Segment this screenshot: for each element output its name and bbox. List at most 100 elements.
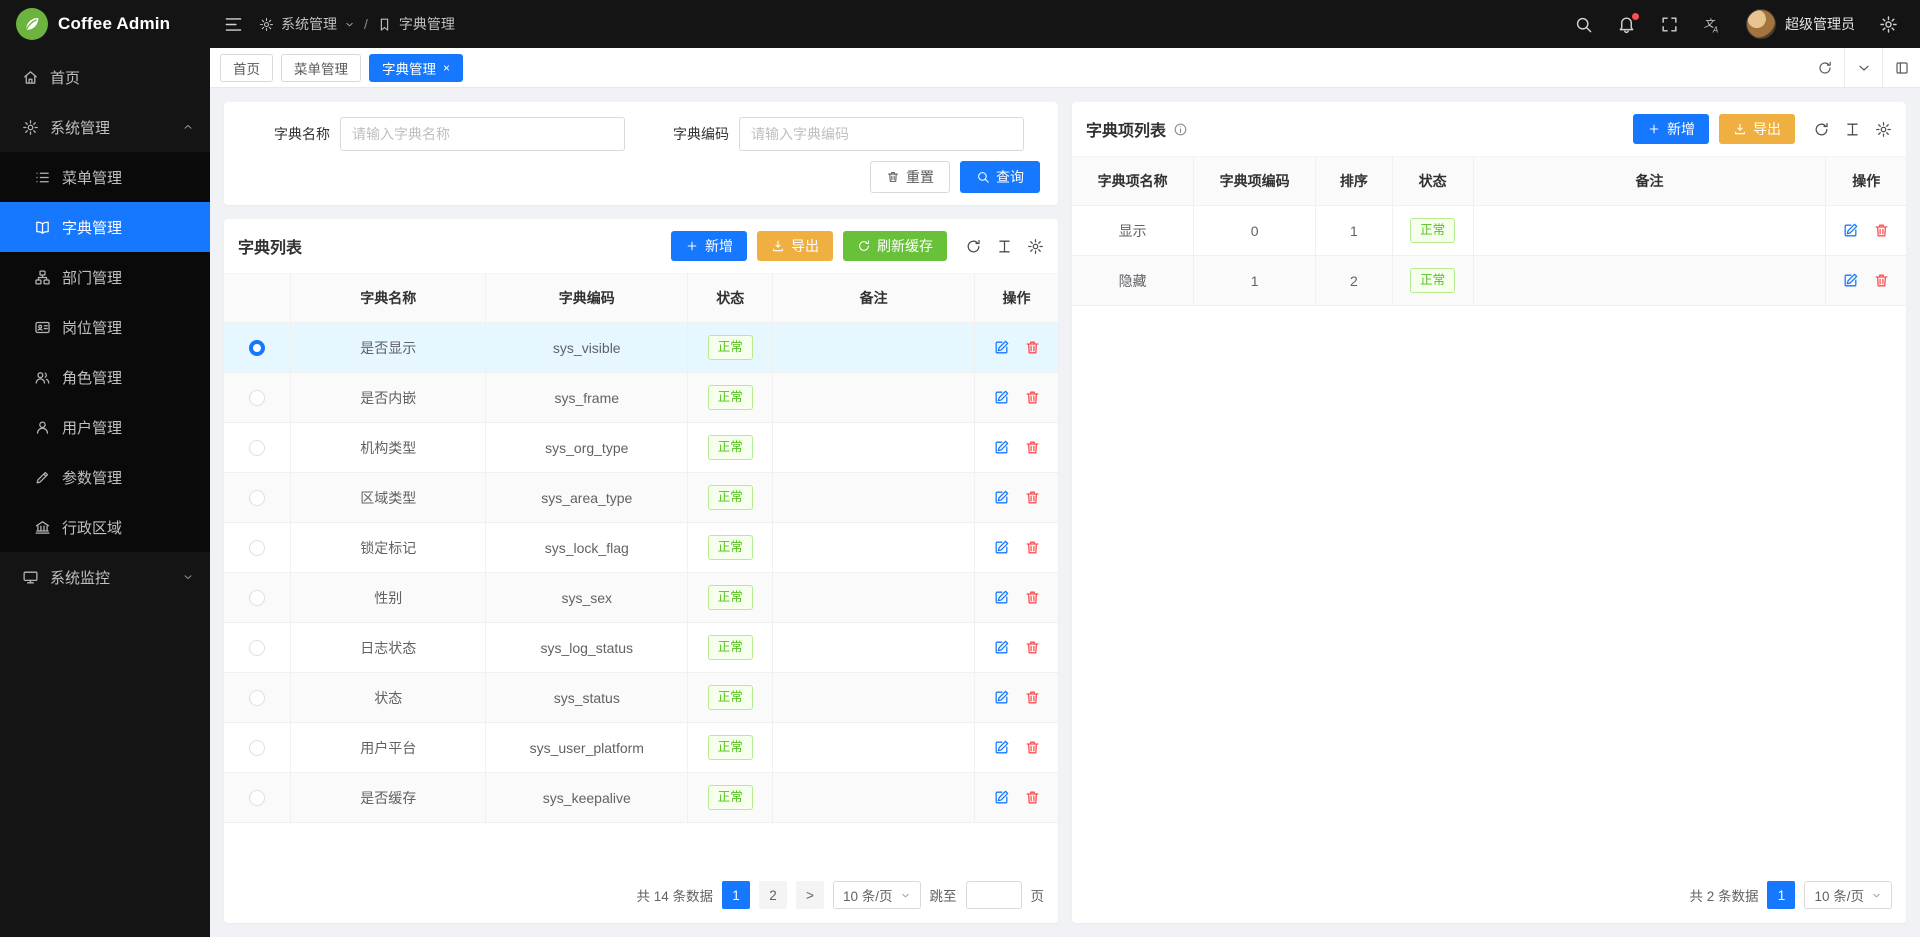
sidebar-collapse-icon[interactable]: [224, 15, 243, 34]
refresh-table-icon[interactable]: [1813, 121, 1830, 138]
page-unit-label: 页: [1031, 885, 1045, 905]
column-settings-icon[interactable]: [1027, 238, 1044, 255]
edit-button[interactable]: [993, 539, 1010, 556]
refresh-page-button[interactable]: [1806, 48, 1844, 87]
dict-name-input[interactable]: [340, 117, 625, 151]
edit-button[interactable]: [993, 739, 1010, 756]
breadcrumb-level1[interactable]: 系统管理: [281, 14, 337, 34]
table-row[interactable]: 是否缓存sys_keepalive正常: [224, 773, 1058, 823]
page-button-1[interactable]: 1: [722, 881, 750, 909]
table-row[interactable]: 性别sys_sex正常: [224, 573, 1058, 623]
delete-button[interactable]: [1024, 489, 1041, 506]
sidebar-item-system-management[interactable]: 系统管理: [0, 102, 210, 152]
row-radio[interactable]: [249, 340, 265, 356]
table-row[interactable]: 是否显示sys_visible正常: [224, 323, 1058, 373]
sidebar-item-user-management[interactable]: 用户管理: [0, 402, 210, 452]
row-radio[interactable]: [249, 790, 265, 806]
delete-button[interactable]: [1024, 689, 1041, 706]
sidebar-item-role-management[interactable]: 角色管理: [0, 352, 210, 402]
edit-button[interactable]: [993, 639, 1010, 656]
delete-button[interactable]: [1873, 222, 1890, 239]
table-row[interactable]: 区域类型sys_area_type正常: [224, 473, 1058, 523]
edit-button[interactable]: [1842, 222, 1859, 239]
row-radio[interactable]: [249, 540, 265, 556]
add-item-button[interactable]: 新增: [1633, 114, 1709, 144]
delete-button[interactable]: [1024, 539, 1041, 556]
tab-menu-management[interactable]: 菜单管理: [281, 54, 361, 82]
row-radio[interactable]: [249, 440, 265, 456]
table-row[interactable]: 用户平台sys_user_platform正常: [224, 723, 1058, 773]
user-menu[interactable]: 超级管理员: [1746, 9, 1855, 39]
density-icon[interactable]: [996, 238, 1013, 255]
sidebar-item-menu-management[interactable]: 菜单管理: [0, 152, 210, 202]
page-button-2[interactable]: 2: [759, 881, 787, 909]
add-dict-button[interactable]: 新增: [671, 231, 747, 261]
delete-button[interactable]: [1024, 339, 1041, 356]
sidebar-item-post-management[interactable]: 岗位管理: [0, 302, 210, 352]
sidebar-item-admin-region[interactable]: 行政区域: [0, 502, 210, 552]
table-row[interactable]: 显示01正常: [1072, 206, 1906, 256]
jump-page-input[interactable]: [966, 881, 1022, 909]
delete-button[interactable]: [1024, 639, 1041, 656]
row-radio[interactable]: [249, 490, 265, 506]
content-expand-button[interactable]: [1882, 48, 1920, 87]
row-radio[interactable]: [249, 740, 265, 756]
sidebar-item-home[interactable]: 首页: [0, 52, 210, 102]
edit-button[interactable]: [993, 689, 1010, 706]
density-icon[interactable]: [1844, 121, 1861, 138]
sidebar-item-param-management[interactable]: 参数管理: [0, 452, 210, 502]
delete-button[interactable]: [1024, 439, 1041, 456]
row-radio[interactable]: [249, 690, 265, 706]
sidebar-item-dept-management[interactable]: 部门管理: [0, 252, 210, 302]
edit-button[interactable]: [993, 589, 1010, 606]
dict-item-card: 字典项列表 新增 导出: [1072, 102, 1906, 923]
refresh-table-icon[interactable]: [965, 238, 982, 255]
next-page-button[interactable]: >: [796, 881, 824, 909]
notification-bell[interactable]: [1617, 15, 1636, 34]
table-row[interactable]: 是否内嵌sys_frame正常: [224, 373, 1058, 423]
refresh-cache-button[interactable]: 刷新缓存: [843, 231, 947, 261]
table-row[interactable]: 状态sys_status正常: [224, 673, 1058, 723]
sidebar-item-dict-management[interactable]: 字典管理: [0, 202, 210, 252]
close-icon[interactable]: ×: [443, 62, 450, 74]
delete-button[interactable]: [1024, 589, 1041, 606]
row-radio[interactable]: [249, 390, 265, 406]
table-row[interactable]: 日志状态sys_log_status正常: [224, 623, 1058, 673]
table-row[interactable]: 机构类型sys_org_type正常: [224, 423, 1058, 473]
page-button-1[interactable]: 1: [1767, 881, 1795, 909]
status-tag: 正常: [708, 535, 753, 560]
settings-gear-icon[interactable]: [1879, 15, 1898, 34]
page-size-select[interactable]: 10 条/页: [1804, 881, 1892, 909]
edit-button[interactable]: [993, 389, 1010, 406]
row-radio[interactable]: [249, 590, 265, 606]
table-row[interactable]: 隐藏12正常: [1072, 256, 1906, 306]
tab-home[interactable]: 首页: [220, 54, 273, 82]
delete-button[interactable]: [1024, 739, 1041, 756]
edit-button[interactable]: [993, 339, 1010, 356]
column-settings-icon[interactable]: [1875, 121, 1892, 138]
search-icon[interactable]: [1574, 15, 1593, 34]
delete-button[interactable]: [1873, 272, 1890, 289]
export-item-button[interactable]: 导出: [1719, 114, 1795, 144]
query-button[interactable]: 查询: [960, 161, 1040, 193]
delete-button[interactable]: [1024, 789, 1041, 806]
row-radio[interactable]: [249, 640, 265, 656]
fullscreen-icon[interactable]: [1660, 15, 1679, 34]
page-size-select[interactable]: 10 条/页: [833, 881, 921, 909]
translate-icon[interactable]: 文A: [1703, 15, 1722, 34]
sidebar-item-system-monitor[interactable]: 系统监控: [0, 552, 210, 602]
delete-button[interactable]: [1024, 389, 1041, 406]
export-dict-button[interactable]: 导出: [757, 231, 833, 261]
edit-button[interactable]: [1842, 272, 1859, 289]
tab-dict-management[interactable]: 字典管理×: [369, 54, 463, 82]
status-tag: 正常: [1410, 218, 1455, 243]
edit-button[interactable]: [993, 789, 1010, 806]
reset-button[interactable]: 重置: [870, 161, 950, 193]
table-row[interactable]: 锁定标记sys_lock_flag正常: [224, 523, 1058, 573]
dict-code-input[interactable]: [739, 117, 1024, 151]
edit-button[interactable]: [993, 489, 1010, 506]
sort-cell: 2: [1316, 256, 1393, 306]
tabs-dropdown-button[interactable]: [1844, 48, 1882, 87]
edit-button[interactable]: [993, 439, 1010, 456]
dict-item-table: 字典项名称 字典项编码 排序 状态 备注 操作 显示01正常隐藏12正常: [1072, 156, 1906, 306]
